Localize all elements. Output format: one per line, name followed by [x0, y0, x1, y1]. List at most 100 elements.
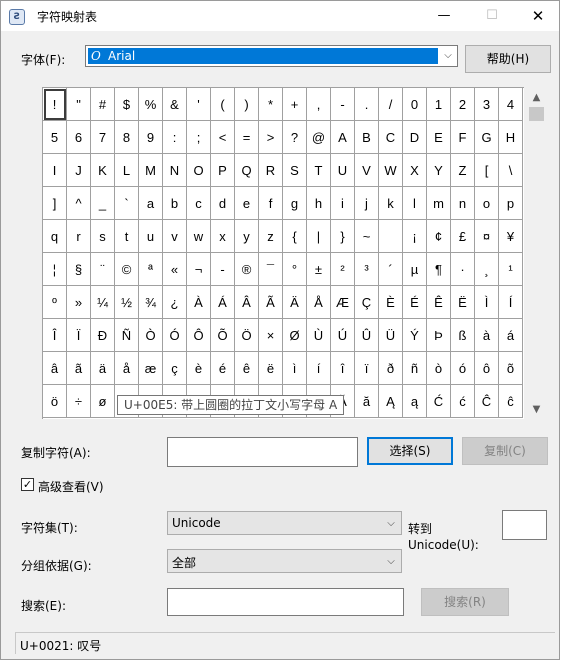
char-cell[interactable]: Q	[235, 154, 259, 187]
char-cell[interactable]: »	[67, 286, 91, 319]
char-cell[interactable]: H	[499, 121, 523, 154]
char-cell[interactable]: ¹	[499, 253, 523, 286]
char-cell[interactable]: ñ	[403, 352, 427, 385]
char-cell[interactable]: #	[91, 88, 115, 121]
char-cell[interactable]: é	[211, 352, 235, 385]
char-cell[interactable]: x	[211, 220, 235, 253]
char-cell[interactable]: +	[283, 88, 307, 121]
char-cell[interactable]: Ì	[475, 286, 499, 319]
char-cell[interactable]: ¥	[499, 220, 523, 253]
char-cell[interactable]: £	[451, 220, 475, 253]
char-cell[interactable]: l	[403, 187, 427, 220]
char-cell[interactable]: Ê	[427, 286, 451, 319]
char-cell[interactable]: G	[475, 121, 499, 154]
char-cell[interactable]: ą	[403, 385, 427, 418]
char-cell[interactable]: Þ	[427, 319, 451, 352]
chevron-down-icon[interactable]: ⌵	[383, 512, 399, 534]
char-cell[interactable]: |	[307, 220, 331, 253]
char-cell[interactable]: v	[163, 220, 187, 253]
char-cell[interactable]: _	[91, 187, 115, 220]
char-cell[interactable]: E	[427, 121, 451, 154]
char-cell[interactable]: ê	[235, 352, 259, 385]
char-cell[interactable]: "	[67, 88, 91, 121]
title-bar[interactable]: Ƨ 字符映射表 — ☐ ✕	[1, 1, 559, 31]
char-cell[interactable]: >	[259, 121, 283, 154]
char-cell[interactable]: Ą	[379, 385, 403, 418]
char-cell[interactable]: Î	[43, 319, 67, 352]
char-cell[interactable]: ¯	[259, 253, 283, 286]
character-grid[interactable]: ! " # $% & '() * +, -./0 1 2 3 4 5 6 7 8 9:; < = >? @ A B C D E F G H…	[42, 87, 524, 419]
char-cell[interactable]: î	[331, 352, 355, 385]
char-cell[interactable]: M	[139, 154, 163, 187]
char-cell[interactable]: o	[475, 187, 499, 220]
char-cell[interactable]: <	[211, 121, 235, 154]
search-input[interactable]	[167, 588, 404, 616]
charset-dropdown[interactable]: Unicode ⌵	[167, 511, 402, 535]
char-cell[interactable]: µ	[403, 253, 427, 286]
char-cell[interactable]: /	[379, 88, 403, 121]
char-cell[interactable]: õ	[499, 352, 523, 385]
char-cell[interactable]: ¼	[91, 286, 115, 319]
char-cell[interactable]: `	[115, 187, 139, 220]
char-cell[interactable]: í	[307, 352, 331, 385]
char-cell[interactable]	[379, 220, 403, 253]
char-cell[interactable]: ¨	[91, 253, 115, 286]
maximize-button[interactable]: ☐	[469, 1, 515, 31]
font-dropdown[interactable]: O Arial ⌵	[85, 45, 458, 67]
char-cell[interactable]: :	[163, 121, 187, 154]
char-cell[interactable]: Æ	[331, 286, 355, 319]
char-cell[interactable]: Å	[307, 286, 331, 319]
char-cell[interactable]: )	[235, 88, 259, 121]
char-cell[interactable]: &	[163, 88, 187, 121]
char-cell[interactable]: *	[259, 88, 283, 121]
scroll-down-icon[interactable]: ▼	[528, 401, 545, 418]
char-cell[interactable]: ·	[451, 253, 475, 286]
char-cell[interactable]: X	[403, 154, 427, 187]
char-cell[interactable]: u	[139, 220, 163, 253]
char-cell[interactable]: 6	[67, 121, 91, 154]
char-cell[interactable]: -	[331, 88, 355, 121]
char-cell[interactable]: Ò	[139, 319, 163, 352]
char-cell[interactable]: 2	[451, 88, 475, 121]
char-cell[interactable]: ´	[379, 253, 403, 286]
char-cell[interactable]: ô	[475, 352, 499, 385]
char-cell[interactable]: !	[43, 88, 67, 121]
char-cell[interactable]: ¤	[475, 220, 499, 253]
char-cell[interactable]: ^	[67, 187, 91, 220]
char-cell[interactable]: è	[187, 352, 211, 385]
char-cell[interactable]: w	[187, 220, 211, 253]
char-cell[interactable]: ¢	[427, 220, 451, 253]
char-cell[interactable]: ¾	[139, 286, 163, 319]
char-cell[interactable]: ó	[451, 352, 475, 385]
char-cell[interactable]: L	[115, 154, 139, 187]
char-cell[interactable]: å	[115, 352, 139, 385]
char-cell[interactable]: ï	[355, 352, 379, 385]
char-cell[interactable]: ?	[283, 121, 307, 154]
char-cell[interactable]: ²	[331, 253, 355, 286]
char-cell[interactable]: ö	[43, 385, 67, 418]
char-cell[interactable]: ³	[355, 253, 379, 286]
advanced-view-checkbox[interactable]: ✓	[21, 478, 34, 491]
char-cell[interactable]: V	[355, 154, 379, 187]
char-cell[interactable]: ¿	[163, 286, 187, 319]
char-cell[interactable]: ć	[451, 385, 475, 418]
char-cell[interactable]: È	[379, 286, 403, 319]
char-cell[interactable]: k	[379, 187, 403, 220]
char-cell[interactable]: à	[475, 319, 499, 352]
char-cell[interactable]: R	[259, 154, 283, 187]
char-cell[interactable]: â	[43, 352, 67, 385]
char-cell[interactable]: %	[139, 88, 163, 121]
scroll-up-icon[interactable]: ▲	[528, 89, 545, 106]
char-cell[interactable]: 3	[475, 88, 499, 121]
char-cell[interactable]: p	[499, 187, 523, 220]
char-cell[interactable]: =	[235, 121, 259, 154]
char-cell[interactable]: s	[91, 220, 115, 253]
char-cell[interactable]: Y	[427, 154, 451, 187]
char-cell[interactable]: a	[139, 187, 163, 220]
char-cell[interactable]: t	[115, 220, 139, 253]
char-cell[interactable]: 9	[139, 121, 163, 154]
select-button[interactable]: 选择(S)	[367, 437, 453, 465]
char-cell[interactable]: F	[451, 121, 475, 154]
char-cell[interactable]: Ĉ	[475, 385, 499, 418]
char-cell[interactable]: ì	[283, 352, 307, 385]
